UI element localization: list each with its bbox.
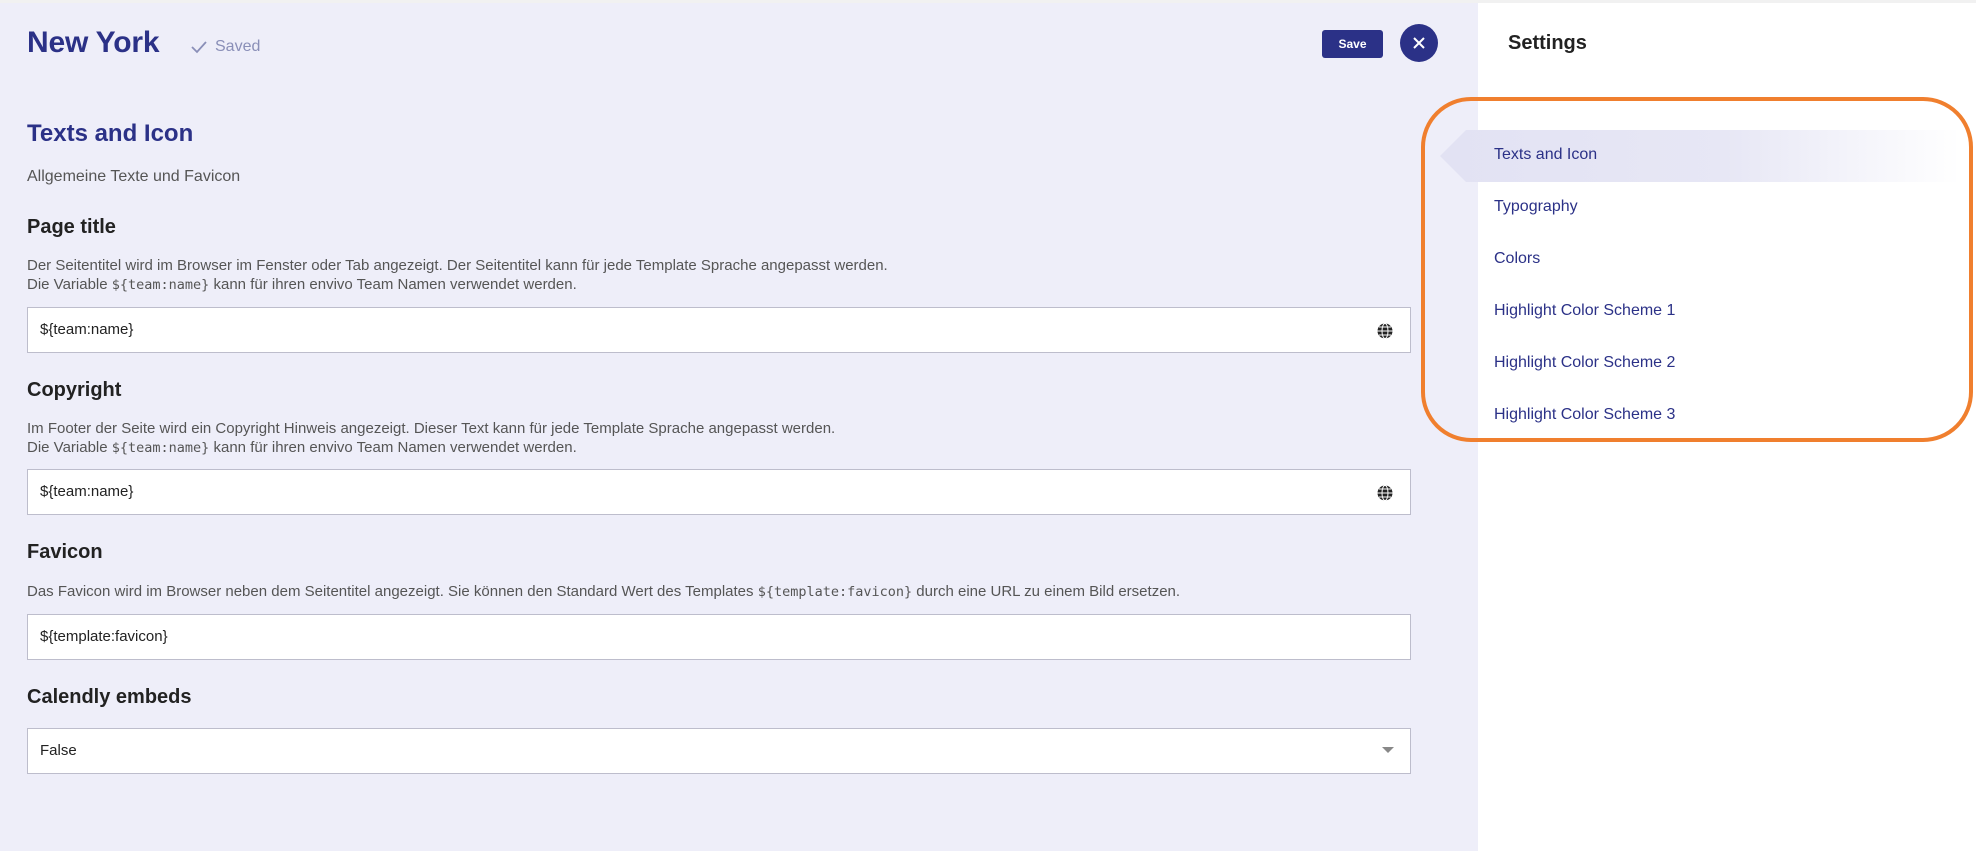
team-name-variable: ${team:name} — [111, 277, 210, 293]
page-title-label: Page title — [27, 216, 116, 238]
section-subtitle: Allgemeine Texte und Favicon — [27, 168, 241, 185]
favicon-description: Das Favicon wird im Browser neben dem Se… — [27, 582, 1180, 602]
settings-title: Settings — [1508, 32, 1587, 54]
section-title: Texts and Icon — [27, 120, 194, 147]
save-button[interactable]: Save — [1322, 30, 1383, 58]
copyright-label: Copyright — [27, 379, 122, 401]
page-title-value: ${team:name} — [40, 321, 134, 338]
copyright-description: Im Footer der Seite wird ein Copyright H… — [27, 419, 835, 458]
copyright-desc-line1: Im Footer der Seite wird ein Copyright H… — [27, 420, 836, 437]
favicon-input[interactable]: ${template:favicon} — [27, 614, 1411, 660]
favicon-desc-text: Das Favicon wird im Browser neben dem Se… — [27, 583, 754, 600]
page-title-desc-line1: Der Seitentitel wird im Browser im Fenst… — [27, 257, 888, 274]
favicon-value: ${template:favicon} — [40, 628, 168, 645]
page-title-desc-text: Die Variable — [27, 276, 108, 293]
globe-icon[interactable] — [1376, 484, 1394, 502]
calendly-select[interactable]: False — [27, 728, 1411, 774]
nav-item-highlight-color-scheme-2[interactable]: Highlight Color Scheme 2 — [1494, 354, 1675, 372]
close-button[interactable] — [1400, 24, 1438, 62]
page-title-description: Der Seitentitel wird im Browser im Fenst… — [27, 256, 888, 295]
favicon-label: Favicon — [27, 541, 103, 563]
check-icon — [191, 41, 207, 54]
copyright-desc-text-end: kann für ihren envivo Team Namen verwend… — [213, 439, 577, 456]
calendly-selected-value: False — [40, 742, 77, 759]
copyright-desc-text: Die Variable — [27, 439, 108, 456]
team-name-variable: ${team:name} — [111, 440, 210, 456]
nav-item-colors[interactable]: Colors — [1494, 250, 1540, 268]
copyright-value: ${team:name} — [40, 483, 134, 500]
nav-item-texts-and-icon[interactable]: Texts and Icon — [1494, 146, 1597, 164]
globe-icon[interactable] — [1376, 322, 1394, 340]
copyright-input[interactable]: ${team:name} — [27, 469, 1411, 515]
page-title-input[interactable]: ${team:name} — [27, 307, 1411, 353]
page-title-desc-text-end: kann für ihren envivo Team Namen verwend… — [213, 276, 577, 293]
nav-item-highlight-color-scheme-1[interactable]: Highlight Color Scheme 1 — [1494, 302, 1675, 320]
template-favicon-variable: ${template:favicon} — [757, 584, 913, 600]
nav-item-typography[interactable]: Typography — [1494, 198, 1578, 216]
nav-item-highlight-color-scheme-3[interactable]: Highlight Color Scheme 3 — [1494, 406, 1675, 424]
calendly-label: Calendly embeds — [27, 686, 192, 708]
close-icon — [1413, 37, 1425, 49]
chevron-down-icon — [1382, 747, 1394, 753]
saved-status: Saved — [191, 38, 260, 56]
saved-label: Saved — [215, 38, 261, 55]
favicon-desc-text-end: durch eine URL zu einem Bild ersetzen. — [916, 583, 1181, 600]
page-title: New York — [27, 26, 160, 59]
